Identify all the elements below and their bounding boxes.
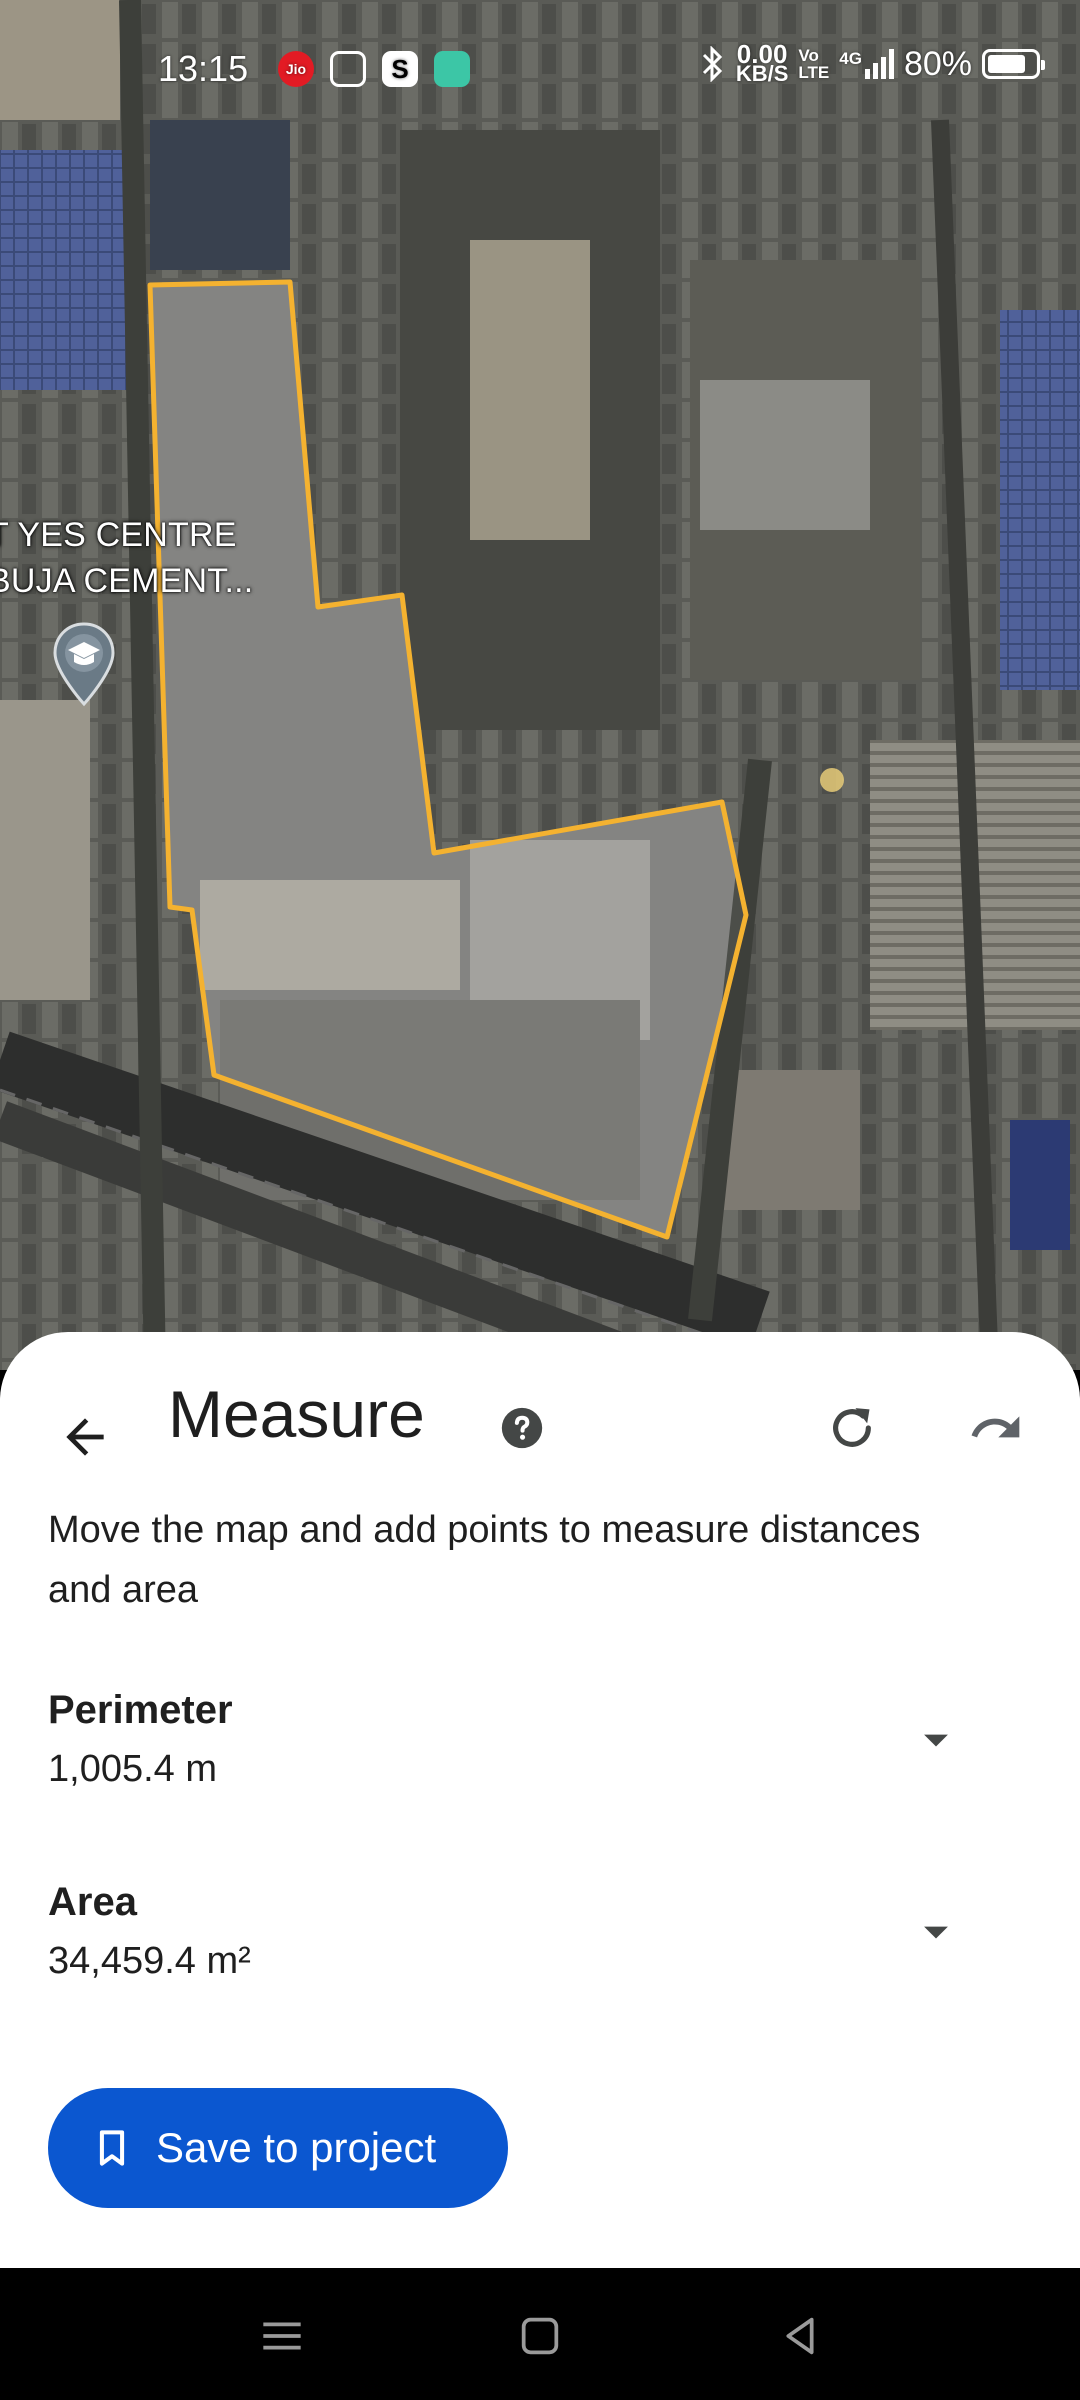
chevron-down-icon[interactable] [910,1906,962,1958]
home-nav-icon[interactable] [512,2308,568,2364]
measure-bottom-sheet: Measure Move the map and add points to m… [0,1332,1080,2268]
page-title: Measure [168,1377,425,1451]
volte-top: Vo [798,46,819,65]
back-nav-icon[interactable] [772,2308,828,2364]
redo-icon [833,1408,871,1447]
school-pin-icon[interactable] [52,622,116,708]
instruction-text: Move the map and add points to measure d… [48,1509,921,1611]
save-to-project-button[interactable]: Save to project [48,2088,508,2208]
save-button-label: Save to project [156,2124,437,2171]
bookmark-icon [99,2130,125,2166]
calculator-icon [330,51,366,87]
undo-button[interactable] [956,1388,1036,1468]
jio-icon: Jio [278,51,314,87]
battery-percent: 80% [903,44,972,83]
signal-icon: 4G [839,49,894,79]
network-type: 4G [839,49,862,68]
system-nav-bar [0,2268,1080,2400]
back-button[interactable] [40,1392,130,1482]
status-right-group: 0.00 KB/S Vo LTE 4G 80% [700,41,1045,86]
network-speed: 0.00 KB/S [735,41,789,86]
arrow-back-icon [66,1418,104,1456]
clock: 13:15 [158,48,249,89]
help-button[interactable] [492,1398,552,1458]
battery-icon [982,49,1045,79]
area-label: Area [48,1880,137,1924]
undo-icon [971,1416,1020,1438]
volte-bottom: LTE [798,63,830,82]
help-circle-icon [501,1407,543,1449]
perimeter-value: 1,005.4 m [48,1748,217,1790]
s-app-icon: S [382,51,418,87]
menu-nav-icon[interactable] [254,2308,310,2364]
perimeter-label: Perimeter [48,1688,233,1732]
chat-app-icon [434,51,470,87]
satellite-imagery [0,0,1080,1370]
map-place-label[interactable]: T YES CENTRE [0,512,237,558]
chevron-down-icon[interactable] [910,1714,962,1766]
status-bar: 13:15 Jio S 0.00 KB/S Vo LTE 4G 80% [0,0,1080,140]
bluetooth-icon [702,46,722,82]
area-value: 34,459.4 m² [48,1940,251,1982]
net-speed-unit: KB/S [735,61,789,86]
satellite-map[interactable]: T YES CENTRE BUJA CEMENT... [0,0,1080,1370]
volte-indicator: Vo LTE [798,47,829,81]
map-place-label[interactable]: BUJA CEMENT... [0,558,253,604]
perimeter-row[interactable]: Perimeter 1,005.4 m [0,1688,1080,1848]
redo-button[interactable] [812,1388,892,1468]
area-row[interactable]: Area 34,459.4 m² [0,1880,1080,2040]
